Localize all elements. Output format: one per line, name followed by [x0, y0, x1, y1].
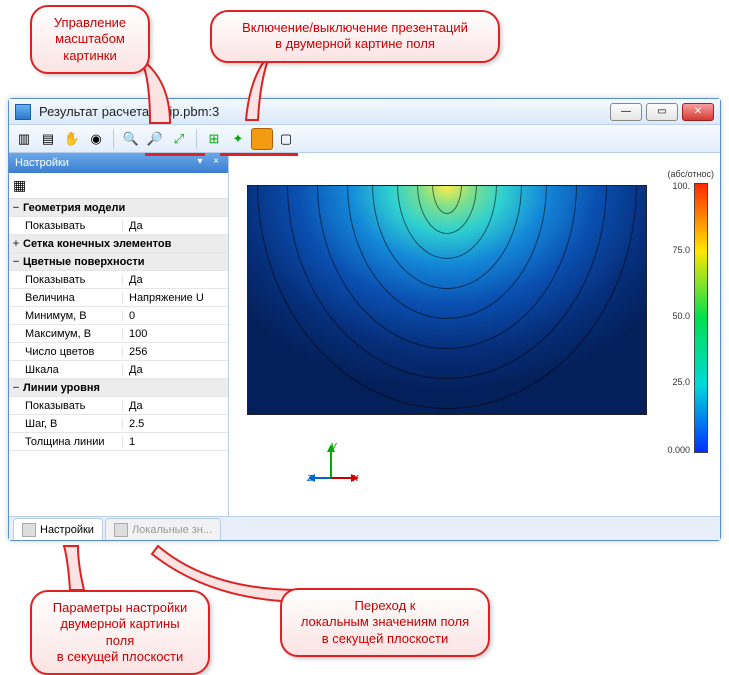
callout-zoom-text: Управлениемасштабомкартинки	[54, 15, 126, 63]
colorbar-tick: 0.000	[667, 445, 690, 455]
isolines	[248, 186, 646, 414]
prop-key: Число цветов	[23, 346, 123, 358]
cat-surfaces: Цветные поверхности	[23, 256, 145, 268]
present-grid-icon[interactable]: ⊞	[203, 128, 225, 150]
collapse-icon[interactable]: −	[9, 382, 23, 394]
sidebar-header: Настройки ▾ ×	[9, 153, 228, 173]
prop-val[interactable]: 256	[123, 346, 228, 358]
canvas-area[interactable]: y x z (абс/относ) 100. 75.0 50.0 25.0 0.…	[229, 153, 720, 516]
titlebar[interactable]: Результат расчета Strip.pbm:3 — ▭ ✕	[9, 99, 720, 125]
tab-settings[interactable]: Настройки	[13, 518, 103, 540]
present-fill-icon[interactable]	[251, 128, 273, 150]
prop-val[interactable]: Да	[123, 364, 228, 376]
toolbar-separator	[196, 129, 197, 149]
colorbar-tick: 100.	[672, 181, 690, 191]
prop-key: Максимум, В	[23, 328, 123, 340]
tool-page-icon[interactable]: ▥	[13, 128, 35, 150]
tab-settings-label: Настройки	[40, 524, 94, 536]
callout-localvals: Переход клокальным значениям поляв секущ…	[280, 588, 490, 657]
property-grid: −Геометрия модели ПоказыватьДа +Сетка ко…	[9, 199, 228, 516]
sidebar: Настройки ▾ × ▦ −Геометрия модели Показы…	[9, 153, 229, 516]
callout-presentations: Включение/выключение презентацийв двумер…	[210, 10, 500, 63]
field-plot[interactable]	[247, 185, 647, 415]
redbar-pres	[220, 153, 298, 156]
callout-zoom: Управлениемасштабомкартинки	[30, 5, 150, 74]
prop-key: Шкала	[23, 364, 123, 376]
minimize-button[interactable]: —	[610, 103, 642, 121]
colorbar-unit: (абс/относ)	[668, 169, 714, 179]
present-outline-icon[interactable]: ▢	[275, 128, 297, 150]
panel-dropdown-icon[interactable]: ▾	[194, 157, 206, 169]
tab-local-label: Локальные зн...	[132, 524, 212, 536]
redbar-zoom	[145, 153, 205, 156]
prop-val[interactable]: 1	[123, 436, 228, 448]
prop-key: Минимум, В	[23, 310, 123, 322]
callout-presentations-text: Включение/выключение презентацийв двумер…	[242, 20, 468, 51]
grid-view-icon[interactable]: ▦	[13, 177, 26, 193]
collapse-icon[interactable]: −	[9, 202, 23, 214]
settings-tab-icon	[22, 523, 36, 537]
cat-mesh: Сетка конечных элементов	[23, 238, 171, 250]
local-tab-icon	[114, 523, 128, 537]
callout-settings-text: Параметры настройкидвумерной картины пол…	[53, 600, 187, 664]
prop-val[interactable]: Напряжение U	[123, 292, 228, 304]
collapse-icon[interactable]: −	[9, 256, 23, 268]
colorbar	[694, 183, 708, 453]
axis-y-label: y	[331, 440, 337, 452]
axes-triad: y x z	[309, 444, 359, 494]
tab-local-values[interactable]: Локальные зн...	[105, 518, 221, 540]
app-icon	[15, 104, 31, 120]
callout-settings: Параметры настройкидвумерной картины пол…	[30, 590, 210, 675]
colorbar-tick: 25.0	[672, 377, 690, 387]
prop-val[interactable]: Да	[123, 274, 228, 286]
tool-doc-icon[interactable]: ▤	[37, 128, 59, 150]
colorbar-tick: 50.0	[672, 311, 690, 321]
axis-z-label: z	[307, 472, 313, 484]
prop-key: Показывать	[23, 220, 123, 232]
prop-key: Величина	[23, 292, 123, 304]
prop-val[interactable]: 0	[123, 310, 228, 322]
cat-lines: Линии уровня	[23, 382, 100, 394]
present-cross-icon[interactable]: ✦	[227, 128, 249, 150]
app-window: Результат расчета Strip.pbm:3 — ▭ ✕ ▥ ▤ …	[8, 98, 721, 541]
prop-key: Толщина линии	[23, 436, 123, 448]
prop-key: Показывать	[23, 400, 123, 412]
colorbar-tick: 75.0	[672, 245, 690, 255]
toolbar-separator	[113, 129, 114, 149]
bottom-tabs: Настройки Локальные зн...	[9, 516, 720, 540]
callout-localvals-text: Переход клокальным значениям поляв секущ…	[301, 598, 469, 646]
prop-val[interactable]: 100	[123, 328, 228, 340]
tool-colorwheel-icon[interactable]: ◉	[85, 128, 107, 150]
maximize-button[interactable]: ▭	[646, 103, 678, 121]
axis-x-label: x	[353, 472, 359, 484]
expand-icon[interactable]: +	[9, 238, 23, 250]
prop-val[interactable]: Да	[123, 400, 228, 412]
prop-key: Показывать	[23, 274, 123, 286]
prop-val[interactable]: Да	[123, 220, 228, 232]
tool-hand-icon[interactable]: ✋	[61, 128, 83, 150]
sidebar-title: Настройки	[15, 157, 69, 169]
prop-key: Шаг, В	[23, 418, 123, 430]
panel-close-icon[interactable]: ×	[210, 157, 222, 169]
cat-geometry: Геометрия модели	[23, 202, 125, 214]
prop-val[interactable]: 2.5	[123, 418, 228, 430]
toolbar: ▥ ▤ ✋ ◉ 🔍 🔎 ⤢ ⊞ ✦ ▢	[9, 125, 720, 153]
close-button[interactable]: ✕	[682, 103, 714, 121]
